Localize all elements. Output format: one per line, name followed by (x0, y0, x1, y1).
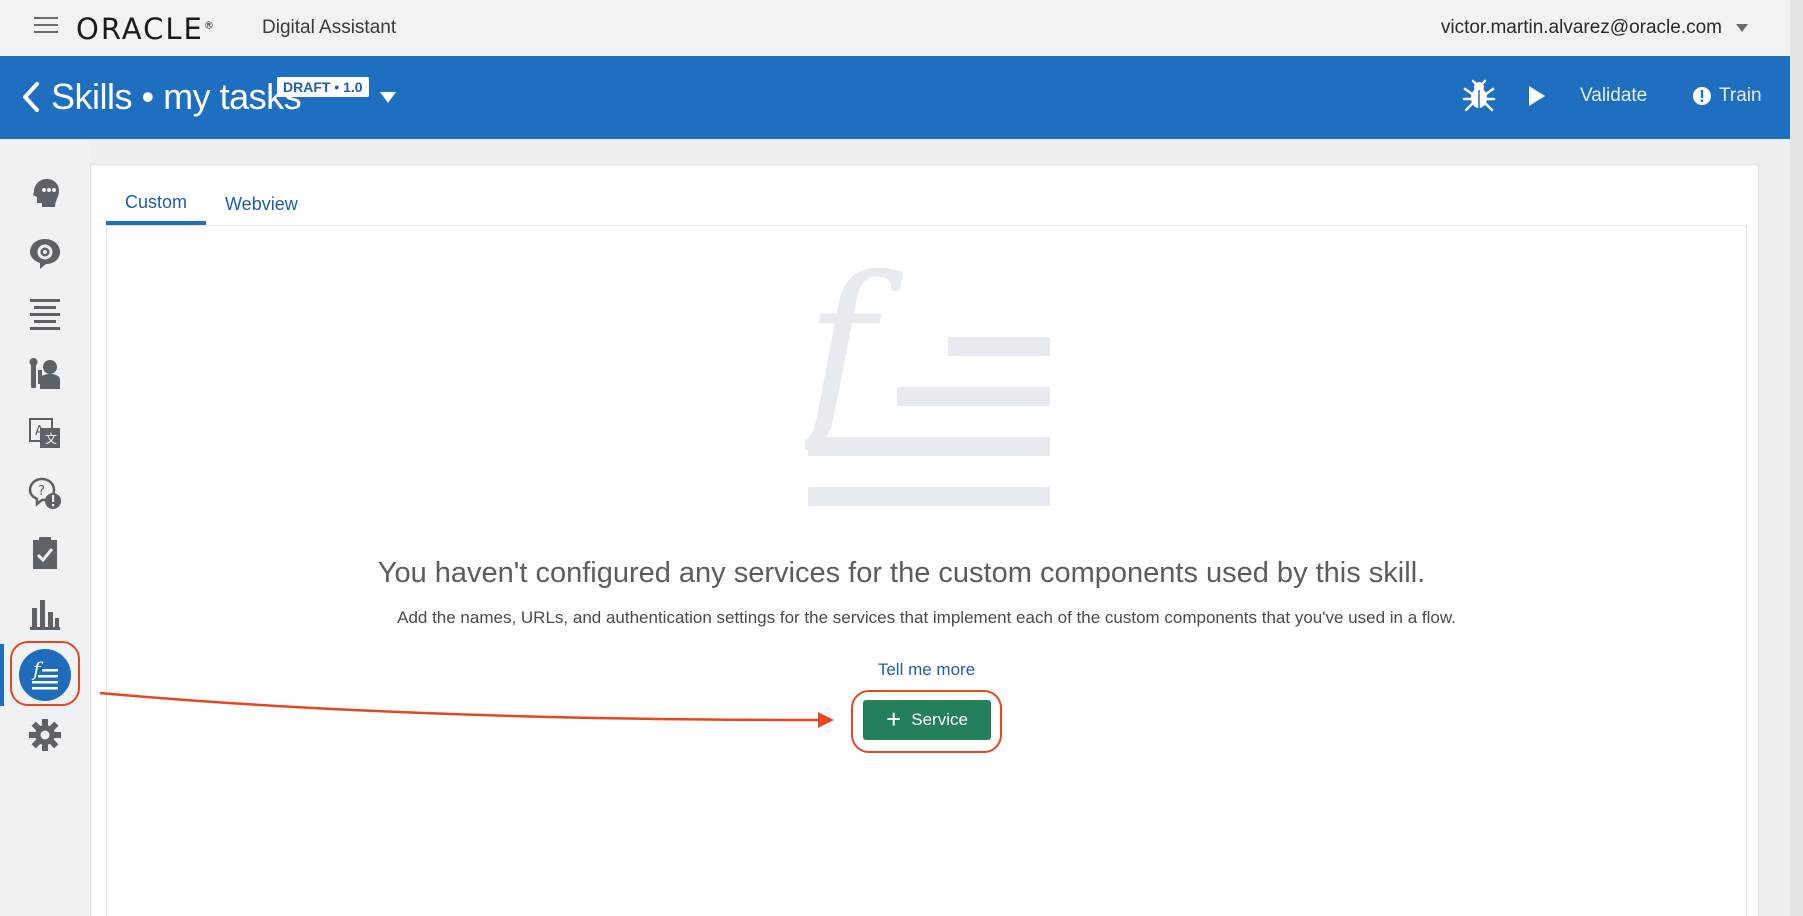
train-button[interactable]: Train (1692, 78, 1762, 114)
custom-components-illustration-icon: f (805, 262, 1050, 506)
components-icon (29, 358, 60, 389)
caret-down-icon (1736, 23, 1748, 32)
tab-webview[interactable]: Webview (206, 183, 317, 225)
svg-text:文: 文 (45, 431, 57, 446)
sidebar-item-resource-bundles[interactable]: A文 (0, 405, 90, 461)
entities-icon (30, 239, 60, 269)
oracle-logo: ORACLE® (76, 12, 216, 46)
back-chevron-icon[interactable] (20, 80, 44, 114)
debug-button[interactable] (1462, 78, 1496, 114)
svg-text:f: f (805, 262, 904, 457)
plus-icon: + (886, 703, 902, 734)
version-dropdown-icon[interactable] (380, 92, 396, 103)
settings-icon (29, 719, 61, 751)
sidebar-item-settings[interactable] (0, 707, 90, 763)
flows-icon (30, 299, 60, 330)
page-title: Skills • my tasks (51, 76, 302, 117)
version-badge: DRAFT • 1.0 (277, 77, 369, 97)
tell-me-more-link[interactable]: Tell me more (878, 660, 975, 679)
validate-button[interactable]: Validate (1580, 78, 1647, 114)
empty-state-title: You haven't configured any services for … (377, 557, 1426, 589)
intents-icon (33, 179, 59, 207)
sidebar-item-qna[interactable]: ? (0, 465, 90, 521)
tab-bar: Custom Webview (106, 183, 317, 225)
play-icon (1529, 86, 1545, 106)
user-email: victor.martin.alvarez@oracle.com (1440, 17, 1722, 38)
alert-icon (1693, 87, 1711, 105)
sidebar-item-entities[interactable] (0, 225, 90, 281)
resource-bundles-icon: A文 (29, 418, 60, 448)
bug-icon (1462, 79, 1496, 112)
sidebar-item-components[interactable] (0, 345, 90, 401)
empty-state-description: Add the names, URLs, and authentication … (397, 608, 1456, 627)
skill-header: Skills • my tasks DRAFT • 1.0 Validate T… (0, 56, 1790, 139)
preview-button[interactable] (1527, 78, 1547, 114)
add-service-label: Service (911, 710, 968, 729)
scrollbar[interactable] (1790, 0, 1803, 916)
user-menu[interactable]: victor.martin.alvarez@oracle.com (1441, 17, 1748, 39)
add-service-button[interactable]: + Service (863, 700, 991, 740)
sidebar-item-flows[interactable] (0, 285, 90, 341)
svg-text:?: ? (38, 484, 45, 499)
qna-icon: ? (28, 477, 61, 509)
tab-custom[interactable]: Custom (106, 183, 207, 225)
sidebar-item-intents[interactable] (0, 165, 90, 221)
product-name: Digital Assistant (262, 17, 397, 38)
hamburger-menu-icon[interactable] (34, 17, 58, 37)
top-bar: ORACLE® Digital Assistant victor.martin.… (0, 0, 1790, 57)
